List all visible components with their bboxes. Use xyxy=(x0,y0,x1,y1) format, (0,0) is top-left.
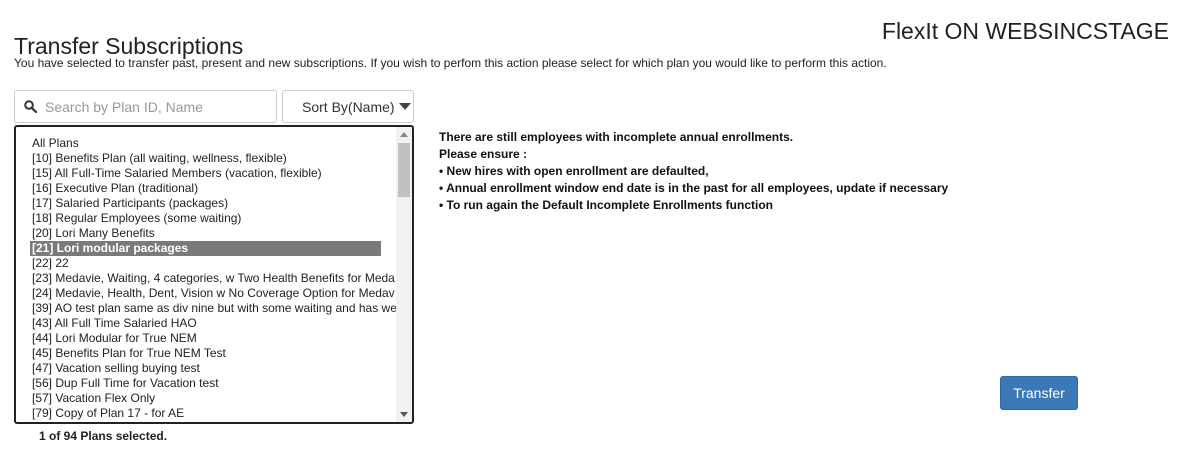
plan-option-selected[interactable]: [21] Lori modular packages xyxy=(30,241,381,256)
sort-by-label: Sort By(Name) xyxy=(302,98,395,115)
plan-option[interactable]: [17] Salaried Participants (packages) xyxy=(30,196,398,211)
plan-option[interactable]: [23] Medavie, Waiting, 4 categories, w T… xyxy=(30,271,398,286)
plan-option[interactable]: All Plans xyxy=(30,136,398,151)
plan-option[interactable]: [24] Medavie, Health, Dent, Vision w No … xyxy=(30,286,398,301)
plan-option[interactable]: [56] Dup Full Time for Vacation test xyxy=(30,376,398,391)
notice-line: • To run again the Default Incomplete En… xyxy=(439,198,773,212)
scrollbar-thumb[interactable] xyxy=(398,143,410,197)
plan-option[interactable]: [57] Vacation Flex Only xyxy=(30,391,398,406)
selection-summary: 1 of 94 Plans selected. xyxy=(39,429,168,443)
search-icon xyxy=(24,100,37,113)
plan-option[interactable]: [45] Benefits Plan for True NEM Test xyxy=(30,346,398,361)
plan-listbox[interactable]: All Plans [10] Benefits Plan (all waiting… xyxy=(14,125,414,424)
notice-line: Please ensure : xyxy=(439,147,528,161)
plan-search-box xyxy=(14,90,277,123)
plan-option[interactable]: [47] Vacation selling buying test xyxy=(30,361,398,376)
plan-option[interactable]: [16] Executive Plan (traditional) xyxy=(30,181,398,196)
page-description: You have selected to transfer past, pres… xyxy=(14,56,887,70)
plan-option[interactable]: [44] Lori Modular for True NEM xyxy=(30,331,398,346)
plan-option[interactable]: [15] All Full-Time Salaried Members (vac… xyxy=(30,166,398,181)
notice-line: • New hires with open enrollment are def… xyxy=(439,164,709,178)
caret-down-icon xyxy=(399,103,411,110)
sort-by-dropdown[interactable]: Sort By(Name) xyxy=(282,90,414,123)
plan-option[interactable]: [20] Lori Many Benefits xyxy=(30,226,398,241)
plan-option[interactable]: [18] Regular Employees (some waiting) xyxy=(30,211,398,226)
scroll-down-arrow-icon[interactable] xyxy=(400,412,408,417)
notice-line: There are still employees with incomplet… xyxy=(439,130,794,144)
plan-option[interactable]: [39] AO test plan same as div nine but w… xyxy=(30,301,398,316)
plan-option[interactable]: [22] 22 xyxy=(30,256,398,271)
environment-title: FlexIt ON WEBSINCSTAGE xyxy=(881,18,1169,44)
plan-list-items: All Plans [10] Benefits Plan (all waiting… xyxy=(30,136,398,421)
plan-option[interactable]: [10] Benefits Plan (all waiting, wellnes… xyxy=(30,151,398,166)
plan-option[interactable]: [43] All Full Time Salaried HAO xyxy=(30,316,398,331)
plan-option[interactable]: [79] Copy of Plan 17 - for AE xyxy=(30,406,398,421)
scroll-up-arrow-icon[interactable] xyxy=(400,132,408,137)
notice-line: • Annual enrollment window end date is i… xyxy=(439,181,949,195)
plan-list-scrollbar[interactable] xyxy=(396,127,412,422)
plan-search-input[interactable] xyxy=(45,91,270,122)
transfer-button[interactable]: Transfer xyxy=(1000,376,1078,410)
incomplete-enrollment-notice: There are still employees with incomplet… xyxy=(439,129,948,214)
